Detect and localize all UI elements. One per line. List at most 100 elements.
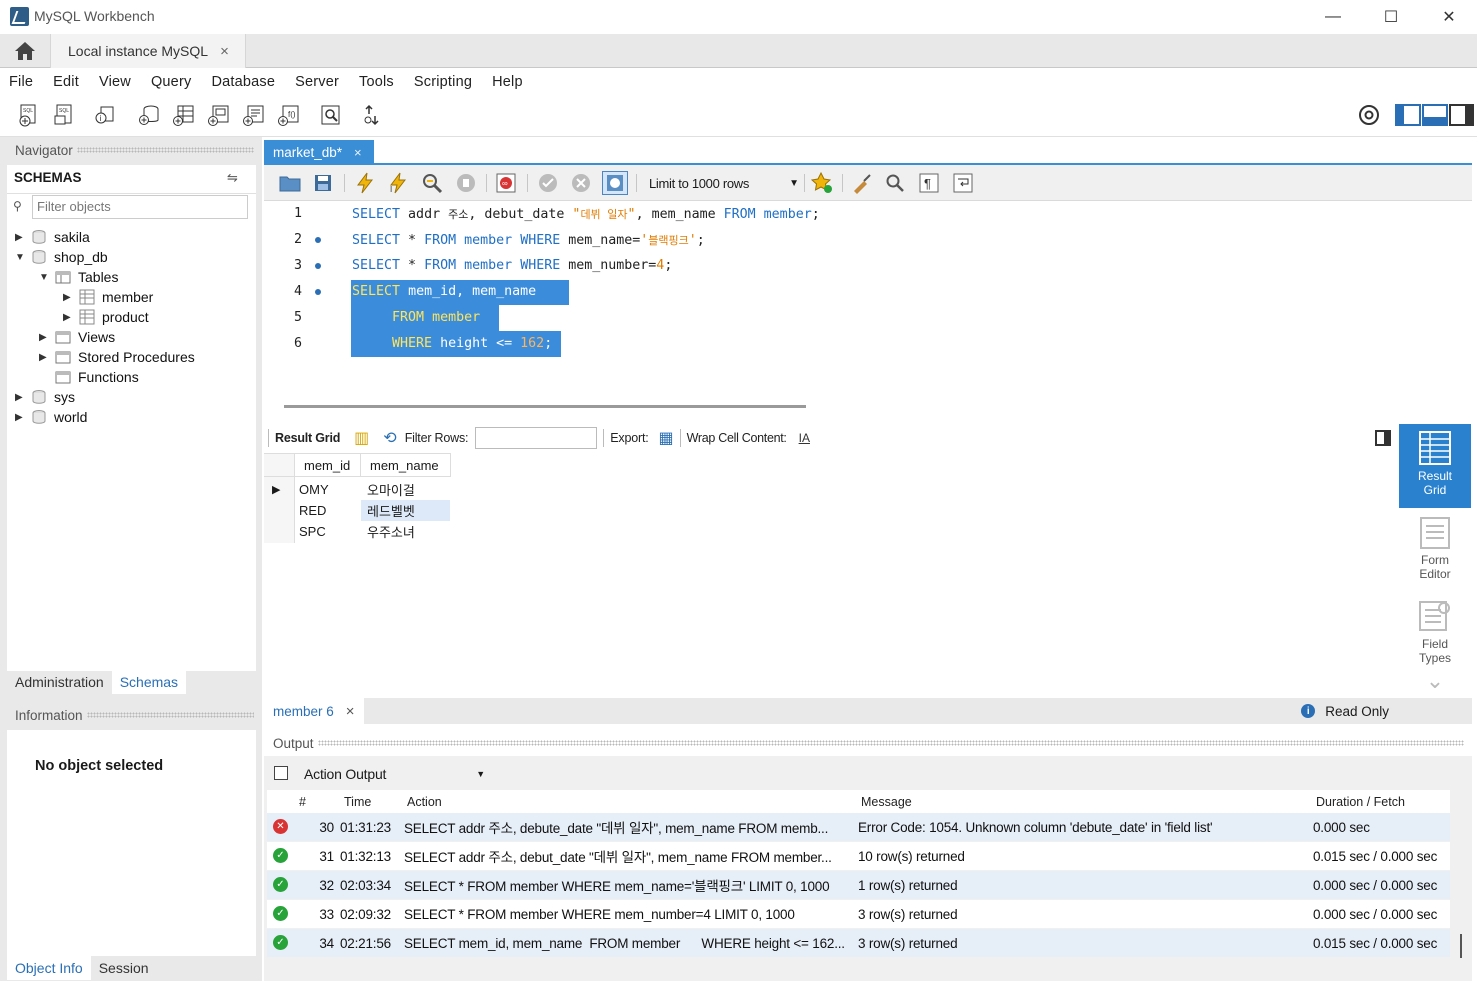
add-snippet-icon[interactable] — [809, 171, 835, 195]
grid-layout-icon[interactable]: ▥ — [354, 428, 369, 448]
export-icon[interactable]: ▦ — [659, 428, 674, 448]
tree-views[interactable]: ▶ Views — [39, 327, 115, 347]
open-sql-script-icon[interactable]: SQL — [51, 101, 77, 129]
table-product[interactable]: ▶ product — [63, 307, 149, 327]
schema-sys[interactable]: ▶ sys — [15, 387, 75, 407]
schema-world[interactable]: ▶ world — [15, 407, 87, 427]
new-sql-tab-icon[interactable]: SQL — [16, 101, 42, 129]
execute-icon[interactable] — [352, 171, 378, 195]
toggle-output-icon[interactable] — [1422, 104, 1448, 126]
create-procedure-icon[interactable] — [241, 101, 267, 129]
menu-scripting[interactable]: Scripting — [414, 74, 472, 90]
connection-tab[interactable]: Local instance MySQL × — [50, 34, 246, 68]
side-result-grid-button[interactable]: Result Grid — [1399, 424, 1471, 508]
create-schema-icon[interactable] — [136, 101, 162, 129]
tab-market-db[interactable]: market_db* × — [264, 140, 374, 164]
refresh-icon[interactable]: ⟲ — [383, 428, 396, 448]
inspector-icon[interactable]: i — [92, 101, 118, 129]
title-bar: MySQL Workbench — ☐ ✕ — [0, 0, 1477, 34]
home-tab[interactable] — [0, 34, 50, 68]
table-cell[interactable]: SPC — [294, 521, 360, 542]
table-cell[interactable]: 오마이걸 — [362, 479, 450, 500]
column-header-mem-name[interactable]: mem_name — [365, 455, 451, 476]
column-header-mem-id[interactable]: mem_id — [299, 455, 361, 476]
preferences-icon[interactable] — [1356, 101, 1382, 129]
tab-session[interactable]: Session — [91, 956, 157, 980]
maximize-button[interactable]: ☐ — [1362, 0, 1420, 34]
menu-file[interactable]: File — [9, 74, 33, 90]
schema-shop-db[interactable]: ▼ shop_db — [15, 247, 108, 267]
chevron-down-icon[interactable]: ⌄ — [1399, 670, 1471, 692]
output-row[interactable]: ✓ 32 02:03:34 SELECT * FROM member WHERE… — [267, 871, 1450, 899]
filter-rows-input[interactable] — [475, 427, 598, 449]
create-view-icon[interactable] — [206, 101, 232, 129]
table-member[interactable]: ▶ member — [63, 287, 153, 307]
execute-current-icon[interactable]: I — [385, 171, 411, 195]
schema-sakila[interactable]: ▶ sakila — [15, 227, 90, 247]
menu-server[interactable]: Server — [295, 74, 339, 90]
menu-view[interactable]: View — [99, 74, 131, 90]
stop-on-error-icon[interactable]: ∞ — [493, 171, 519, 195]
refresh-icon[interactable]: ⇋ — [227, 170, 238, 186]
reconnect-icon[interactable] — [360, 101, 386, 129]
word-wrap-icon[interactable] — [950, 171, 976, 195]
menu-help[interactable]: Help — [492, 74, 523, 90]
side-field-types-button[interactable]: Field Types — [1399, 598, 1471, 668]
close-icon[interactable]: × — [354, 145, 362, 160]
stop-icon[interactable] — [453, 171, 479, 195]
copy-icon[interactable] — [274, 766, 288, 780]
find-icon[interactable] — [882, 171, 908, 195]
beautify-icon[interactable] — [849, 171, 875, 195]
tree-functions[interactable]: Functions — [55, 367, 139, 387]
commit-icon[interactable] — [535, 171, 561, 195]
tree-tables[interactable]: ▼ Tables — [39, 267, 118, 287]
explain-icon[interactable] — [419, 171, 445, 195]
toggle-secondary-sidebar-icon[interactable] — [1449, 104, 1474, 126]
close-icon[interactable]: × — [220, 43, 229, 60]
editor-horizontal-scrollbar[interactable] — [284, 405, 806, 408]
svg-text:i: i — [100, 114, 102, 123]
code-line-6: WHERE height <= 162; — [392, 336, 553, 351]
table-icon — [79, 289, 95, 305]
close-button[interactable]: ✕ — [1420, 0, 1477, 34]
side-form-editor-button[interactable]: Form Editor — [1399, 516, 1471, 586]
close-icon[interactable]: × — [346, 703, 355, 720]
create-function-icon[interactable]: f() — [276, 101, 302, 129]
table-cell[interactable]: 우주소녀 — [362, 521, 450, 542]
tab-administration[interactable]: Administration — [7, 670, 112, 694]
tree-stored-procedures[interactable]: ▶ Stored Procedures — [39, 347, 195, 367]
create-table-icon[interactable] — [171, 101, 197, 129]
toggle-panel-icon[interactable] — [1375, 430, 1391, 446]
table-cell[interactable]: RED — [294, 500, 360, 521]
table-cell[interactable]: 레드벨벳 — [362, 500, 450, 521]
search-table-data-icon[interactable] — [318, 101, 344, 129]
minimize-button[interactable]: — — [1304, 0, 1362, 34]
tab-object-info[interactable]: Object Info — [7, 956, 91, 980]
output-row[interactable]: ✓ 34 02:21:56 SELECT mem_id, mem_name FR… — [267, 929, 1450, 957]
rollback-icon[interactable] — [568, 171, 594, 195]
open-folder-icon[interactable] — [277, 171, 303, 195]
tab-schemas[interactable]: Schemas — [111, 670, 187, 694]
output-scrollbar[interactable] — [1460, 934, 1462, 958]
procedures-folder-icon — [55, 351, 71, 364]
output-type-select[interactable]: Action Output ▼ — [298, 763, 485, 785]
output-row[interactable]: ✕ 30 01:31:23 SELECT addr 주소, debute_dat… — [267, 813, 1450, 841]
menu-edit[interactable]: Edit — [53, 74, 79, 90]
limit-rows-select[interactable]: Limit to 1000 rows ▼ — [644, 172, 799, 194]
wrap-text-icon[interactable]: IA — [799, 431, 810, 445]
autocommit-toggle-icon[interactable] — [602, 171, 628, 195]
statement-marker — [315, 237, 321, 243]
result-tab-member[interactable]: member 6 × — [264, 698, 364, 724]
code-line-3: SELECT * FROM member WHERE mem_number=4; — [352, 258, 673, 273]
toggle-sidebar-icon[interactable] — [1395, 104, 1421, 126]
save-icon[interactable] — [310, 171, 336, 195]
output-row[interactable]: ✓ 33 02:09:32 SELECT * FROM member WHERE… — [267, 900, 1450, 928]
sql-editor[interactable]: 1 SELECT addr 주소, debut_date "데뷔 일자", me… — [264, 201, 1472, 397]
filter-objects-input[interactable]: Filter objects — [32, 195, 248, 219]
menu-query[interactable]: Query — [151, 74, 192, 90]
menu-database[interactable]: Database — [211, 74, 275, 90]
menu-tools[interactable]: Tools — [359, 74, 394, 90]
invisible-chars-icon[interactable]: ¶ — [916, 171, 942, 195]
table-cell[interactable]: OMY — [294, 479, 360, 500]
output-row[interactable]: ✓ 31 01:32:13 SELECT addr 주소, debut_date… — [267, 842, 1450, 870]
